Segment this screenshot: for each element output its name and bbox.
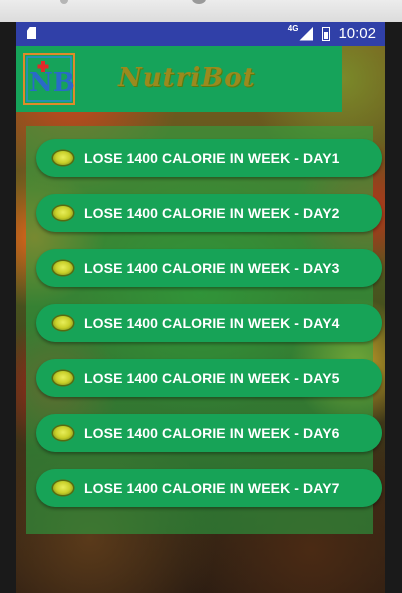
- app-brand-name: NutriBot: [118, 63, 256, 93]
- day2-button[interactable]: LOSE 1400 CALORIE IN WEEK - DAY2: [36, 194, 382, 232]
- screen: 4G 10:02 NB NutriBot LOSE 1400 CALORIE I…: [16, 22, 385, 593]
- day-label: LOSE 1400 CALORIE IN WEEK - DAY7: [84, 480, 340, 496]
- app-logo[interactable]: NB: [23, 53, 75, 105]
- day6-button[interactable]: LOSE 1400 CALORIE IN WEEK - DAY6: [36, 414, 382, 452]
- clock: 10:02: [338, 25, 376, 42]
- day-label: LOSE 1400 CALORIE IN WEEK - DAY1: [84, 150, 340, 166]
- earpiece-speaker: [192, 0, 206, 4]
- lemon-icon: [53, 426, 73, 440]
- status-bar-right: 4G 10:02: [287, 24, 376, 42]
- day-label: LOSE 1400 CALORIE IN WEEK - DAY3: [84, 260, 340, 276]
- battery-icon: [322, 26, 331, 41]
- day3-button[interactable]: LOSE 1400 CALORIE IN WEEK - DAY3: [36, 249, 382, 287]
- front-camera: [60, 0, 68, 4]
- day-label: LOSE 1400 CALORIE IN WEEK - DAY2: [84, 205, 340, 221]
- network-type: 4G: [287, 24, 299, 33]
- day-label: LOSE 1400 CALORIE IN WEEK - DAY4: [84, 315, 340, 331]
- lemon-icon: [53, 371, 73, 385]
- sd-card-icon: [27, 27, 36, 39]
- phone-frame: 4G 10:02 NB NutriBot LOSE 1400 CALORIE I…: [0, 0, 402, 593]
- nb-logo-icon: NB: [23, 53, 75, 105]
- day-label: LOSE 1400 CALORIE IN WEEK - DAY5: [84, 370, 340, 386]
- day4-button[interactable]: LOSE 1400 CALORIE IN WEEK - DAY4: [36, 304, 382, 342]
- svg-text:NB: NB: [29, 68, 75, 98]
- day-list-panel: LOSE 1400 CALORIE IN WEEK - DAY1 LOSE 14…: [26, 126, 382, 534]
- status-bar: 4G 10:02: [16, 22, 385, 46]
- app-bar: NB NutriBot: [16, 46, 342, 112]
- day1-button[interactable]: LOSE 1400 CALORIE IN WEEK - DAY1: [36, 139, 382, 177]
- device-bezel: [0, 0, 402, 22]
- signal-icon: [299, 26, 314, 41]
- lemon-icon: [53, 316, 73, 330]
- lemon-icon: [53, 261, 73, 275]
- lemon-icon: [53, 151, 73, 165]
- day5-button[interactable]: LOSE 1400 CALORIE IN WEEK - DAY5: [36, 359, 382, 397]
- lemon-icon: [53, 206, 73, 220]
- day-label: LOSE 1400 CALORIE IN WEEK - DAY6: [84, 425, 340, 441]
- day7-button[interactable]: LOSE 1400 CALORIE IN WEEK - DAY7: [36, 469, 382, 507]
- lemon-icon: [53, 481, 73, 495]
